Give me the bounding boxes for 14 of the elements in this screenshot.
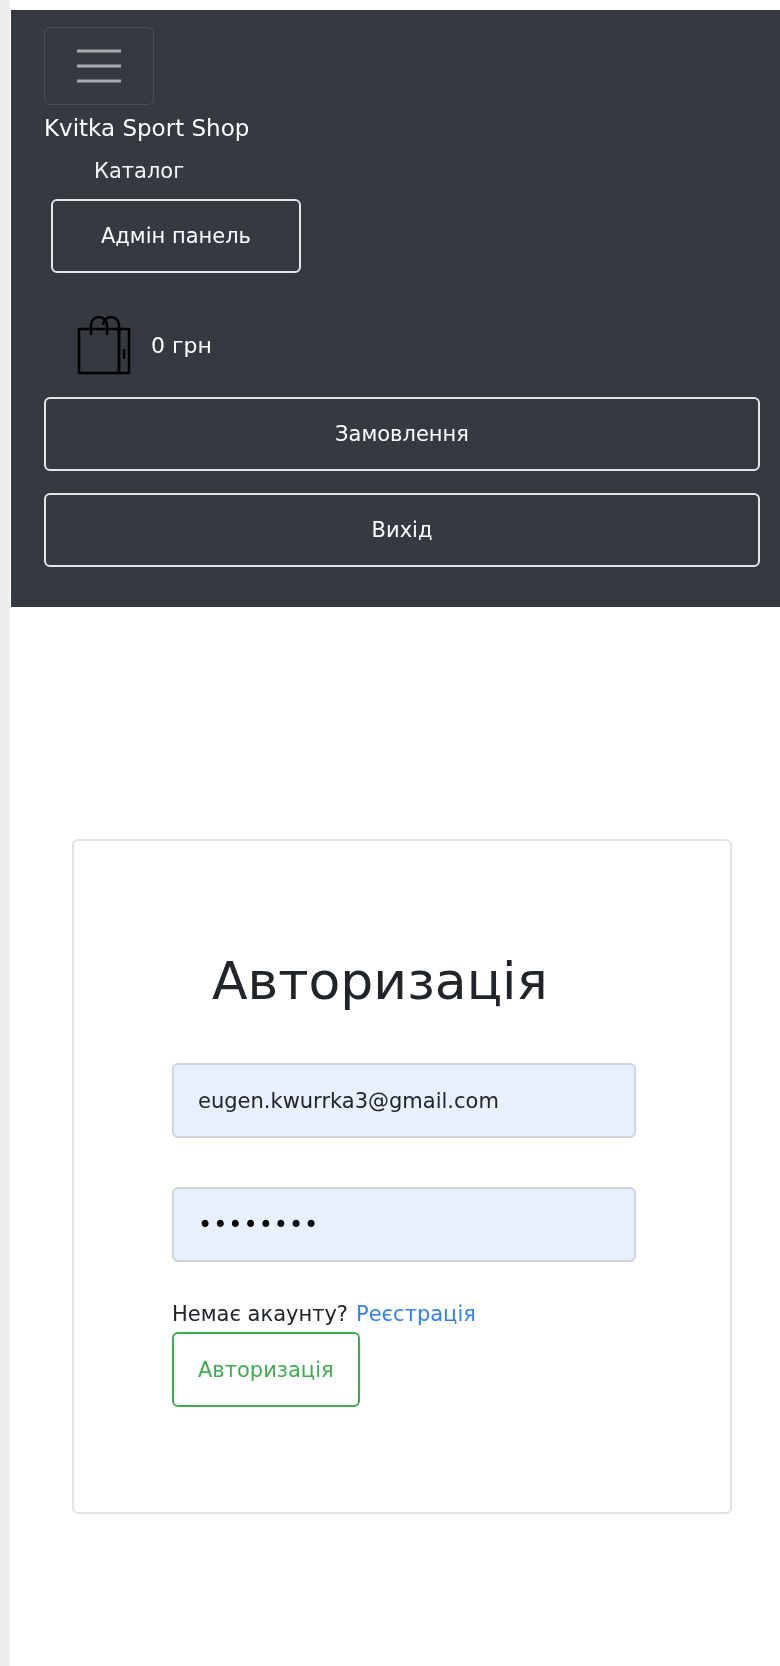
- login-title: Авторизація: [212, 950, 548, 1013]
- menu-icon: [75, 48, 123, 84]
- register-link[interactable]: Реєстрація: [356, 1302, 476, 1326]
- admin-panel-button[interactable]: Адмін панель: [51, 199, 301, 273]
- nav-link[interactable]: Каталог: [94, 157, 185, 185]
- prompt-text: Немає акаунту?: [172, 1302, 348, 1326]
- nav-button[interactable]: Замовлення: [44, 397, 760, 471]
- shopping-bag-icon: [77, 315, 133, 375]
- email-field[interactable]: eugen.kwurrka3@gmail.com: [172, 1063, 636, 1138]
- password-field[interactable]: ••••••••: [172, 1187, 636, 1262]
- cart-total: 0 грн: [151, 332, 212, 358]
- menu-button[interactable]: [44, 27, 154, 105]
- nav-button[interactable]: Вихід: [44, 493, 760, 567]
- brand-name[interactable]: Kvitka Sport Shop: [44, 113, 250, 143]
